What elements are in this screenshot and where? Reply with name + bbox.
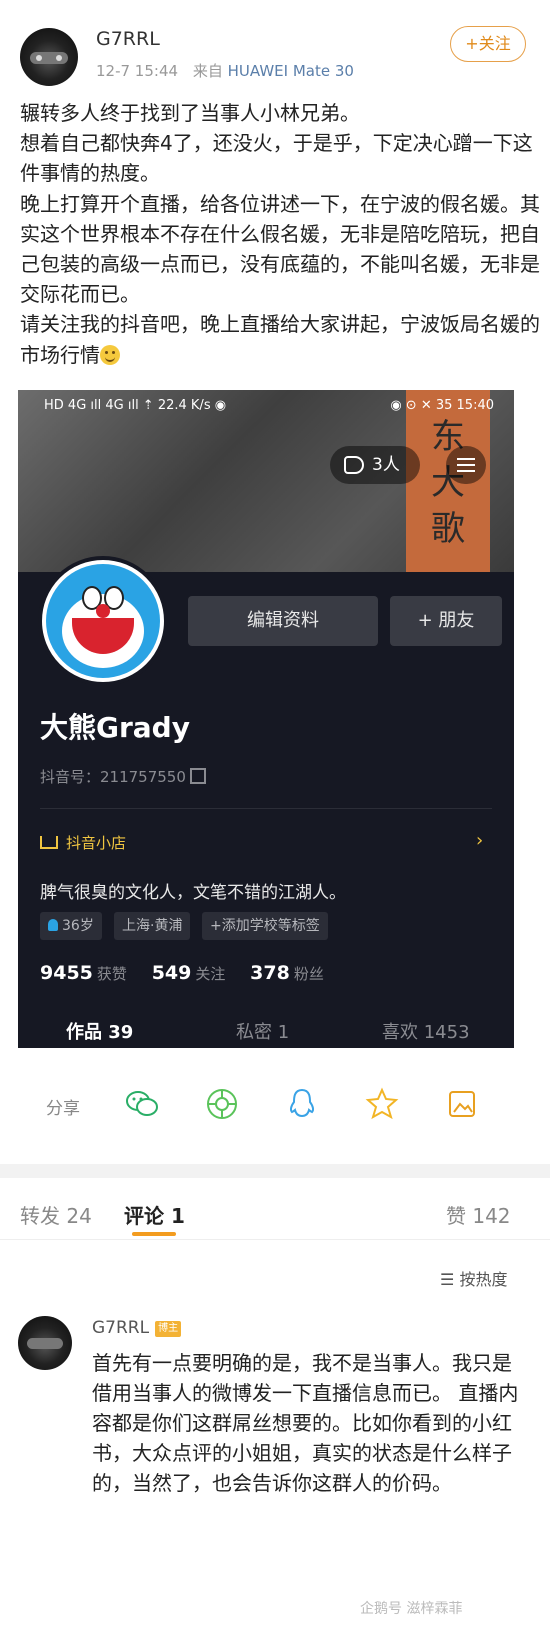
feedback-tabs: 转发 24 评论 1 赞 142 [0, 1178, 550, 1240]
douyin-tabs: 作品 39 私密 1 喜欢 1453 [18, 1012, 514, 1048]
author-avatar[interactable] [20, 28, 78, 86]
age-tag: 36岁 [40, 912, 102, 940]
qq-icon[interactable] [284, 1086, 320, 1122]
watermark: 企鹅号 滋梓霖菲 [360, 1601, 463, 1617]
moments-icon[interactable] [204, 1086, 240, 1122]
post-paragraph: 辗转多人终于找到了当事人小林兄弟。 [20, 101, 360, 125]
add-friend-button: + 朋友 [390, 596, 502, 646]
location-tag: 上海·黄浦 [114, 912, 191, 940]
qzone-icon[interactable] [364, 1086, 400, 1122]
attached-screenshot[interactable]: 东 大 歌 HD 4G ıll 4G ıll ⇡ 22.4 K/s ◉ ◉ ⊙ … [18, 390, 514, 1048]
smile-emoji-icon [100, 344, 120, 365]
sort-icon: ☰ [440, 1270, 460, 1289]
doraemon-avatar-icon [46, 564, 160, 678]
commenter-avatar[interactable] [18, 1316, 72, 1370]
stat-followers: 378 粉丝 [250, 962, 324, 984]
phone-status-bar: HD 4G ıll 4G ıll ⇡ 22.4 K/s ◉ ◉ ⊙ ✕ 35 1… [18, 390, 514, 420]
sort-by-hot-button[interactable]: ☰ 按热度 [440, 1266, 507, 1290]
save-image-icon[interactable] [444, 1086, 480, 1122]
tab-comments[interactable]: 评论 1 [124, 1200, 185, 1229]
divider [40, 808, 492, 809]
douyin-avatar [38, 556, 168, 686]
car-avatar-icon [30, 52, 68, 64]
post-paragraph: 想着自己都快奔4了，还没火，于是乎，下定决心蹭一下这件事情的热度。 [20, 131, 533, 186]
tab-repost[interactable]: 转发 24 [20, 1200, 92, 1229]
share-row: 分享 [0, 1068, 550, 1148]
weibo-post-page: G7RRL 12-7 15:44 来自 HUAWEI Mate 30 +关注 辗… [0, 0, 550, 1628]
douyin-shop-row: 抖音小店 [40, 832, 126, 853]
author-name[interactable]: G7RRL [96, 28, 160, 50]
age-tag-label: 36岁 [62, 918, 94, 934]
post-body: 辗转多人终于找到了当事人小林兄弟。 想着自己都快奔4了，还没火，于是乎，下定决心… [20, 98, 540, 370]
post-paragraph: 请关注我的抖音吧，晚上直播给大家讲起，宁波饭局名媛的市场行情 [20, 309, 540, 369]
tab-works: 作品 39 [66, 1022, 134, 1043]
post-header: G7RRL 12-7 15:44 来自 HUAWEI Mate 30 +关注 [0, 0, 550, 96]
douyin-stats: 9455 获赞 549 关注 378 粉丝 [40, 962, 344, 984]
commenter-name[interactable]: G7RRL [92, 1318, 149, 1338]
douyin-id: 抖音号：211757550 [40, 768, 186, 786]
source-prefix: 来自 [192, 62, 223, 80]
person-icon [48, 919, 58, 931]
sort-label: 按热度 [459, 1270, 508, 1289]
comment-text: 首先有一点要明确的是，我不是当事人。我只是借用当事人的微博发一下直播信息而已。 … [92, 1351, 519, 1495]
car-avatar-icon [27, 1338, 63, 1349]
post-paragraph-text: 请关注我的抖音吧，晚上直播给大家讲起，宁波饭局名媛的市场行情 [20, 312, 540, 367]
school-tag: +添加学校等标签 [202, 912, 328, 940]
shop-label: 抖音小店 [66, 834, 127, 852]
visitors-pill: 3人 [330, 446, 420, 484]
chevron-right-icon: › [476, 830, 484, 851]
cart-icon [40, 836, 58, 849]
post-time: 12-7 15:44 [96, 62, 179, 80]
source-device[interactable]: HUAWEI Mate 30 [228, 62, 354, 80]
status-right: ◉ ⊙ ✕ 35 15:40 [390, 398, 494, 413]
author-badge: 博主 [155, 1321, 182, 1337]
follow-button[interactable]: +关注 [450, 26, 526, 62]
tab-likes: 喜欢 1453 [382, 1022, 470, 1043]
douyin-bio: 脾气很臭的文化人，文笔不错的江湖人。 [40, 883, 346, 903]
tab-private: 私密 1 [236, 1022, 290, 1043]
section-divider [0, 1164, 550, 1178]
menu-icon [446, 446, 486, 484]
commenter-name-row: G7RRL 博主 [92, 1318, 182, 1338]
qr-code-icon [189, 768, 206, 784]
share-label: 分享 [46, 1099, 80, 1119]
post-meta: 12-7 15:44 来自 HUAWEI Mate 30 [96, 60, 354, 81]
edit-profile-button: 编辑资料 [188, 596, 378, 646]
douyin-display-name: 大熊Grady [40, 711, 190, 744]
wechat-icon[interactable] [124, 1086, 160, 1122]
stat-following: 549 关注 [151, 962, 226, 984]
status-left: HD 4G ıll 4G ıll ⇡ 22.4 K/s ◉ [44, 398, 227, 413]
stat-likes: 9455 获赞 [40, 962, 127, 984]
post-paragraph: 晚上打算开个直播，给各位讲述一下，在宁波的假名媛。其实这个世界根本不存在什么假名… [20, 191, 540, 307]
active-tab-indicator [132, 1232, 176, 1236]
visitors-count: 3人 [372, 455, 400, 475]
tab-likes[interactable]: 赞 142 [446, 1200, 511, 1229]
douyin-id-row: 抖音号：211757550 [40, 766, 206, 787]
hand-icon [344, 456, 364, 474]
